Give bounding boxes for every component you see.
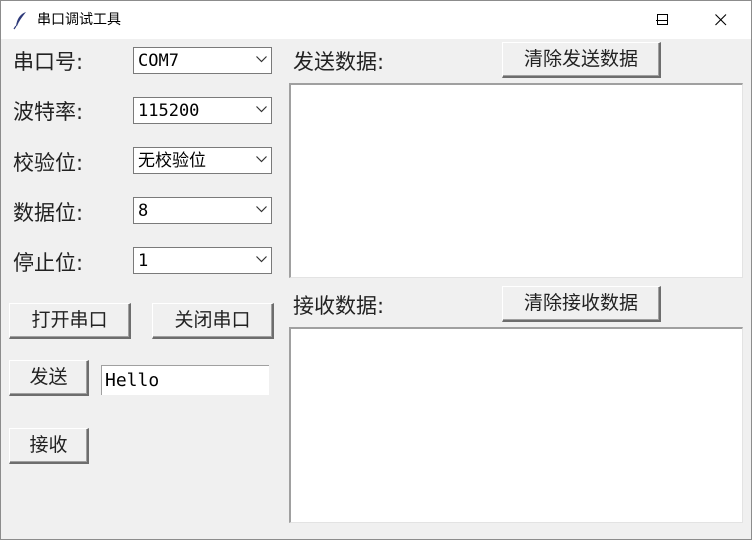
stopbits-select[interactable]: 1 xyxy=(133,247,272,274)
chevron-down-icon xyxy=(256,56,267,63)
parity-value: 无校验位 xyxy=(138,151,206,171)
clear-receive-button[interactable]: 清除接收数据 xyxy=(502,286,661,322)
stopbits-value: 1 xyxy=(138,251,149,271)
receive-data-label: 接收数据: xyxy=(293,294,385,318)
port-label: 串口号: xyxy=(13,50,84,74)
baud-label: 波特率: xyxy=(13,100,84,124)
stopbits-label: 停止位: xyxy=(13,251,84,275)
maximize-icon xyxy=(657,14,668,25)
send-data-label: 发送数据: xyxy=(293,50,385,74)
send-button[interactable]: 发送 xyxy=(9,360,89,396)
close-port-button[interactable]: 关闭串口 xyxy=(152,303,274,339)
baud-select[interactable]: 115200 xyxy=(133,97,272,124)
port-select[interactable]: COM7 xyxy=(133,47,272,74)
app-window: 串口调试工具 串口号: COM7 波特率: 115200 校验位: 无校验位 数… xyxy=(0,0,752,540)
chevron-down-icon xyxy=(256,206,267,213)
close-button[interactable] xyxy=(698,1,744,39)
open-port-button[interactable]: 打开串口 xyxy=(9,303,131,339)
databits-select[interactable]: 8 xyxy=(133,197,272,224)
baud-value: 115200 xyxy=(138,101,200,121)
feather-icon xyxy=(11,10,31,30)
title-bar[interactable]: 串口调试工具 xyxy=(1,1,751,39)
receive-data-textarea[interactable] xyxy=(289,327,743,523)
clear-send-button[interactable]: 清除发送数据 xyxy=(502,42,661,78)
send-text-value: Hello xyxy=(105,370,160,391)
chevron-down-icon xyxy=(256,106,267,113)
send-text-input[interactable]: Hello xyxy=(101,365,269,395)
receive-button[interactable]: 接收 xyxy=(9,428,89,464)
send-data-textarea[interactable] xyxy=(289,83,743,278)
databits-value: 8 xyxy=(138,201,149,221)
chevron-down-icon xyxy=(256,256,267,263)
chevron-down-icon xyxy=(256,156,267,163)
parity-select[interactable]: 无校验位 xyxy=(133,147,272,174)
databits-label: 数据位: xyxy=(13,201,84,225)
maximize-button[interactable] xyxy=(641,1,687,39)
port-value: COM7 xyxy=(138,51,179,71)
window-title: 串口调试工具 xyxy=(37,12,121,28)
parity-label: 校验位: xyxy=(13,151,84,175)
close-icon xyxy=(715,14,727,26)
